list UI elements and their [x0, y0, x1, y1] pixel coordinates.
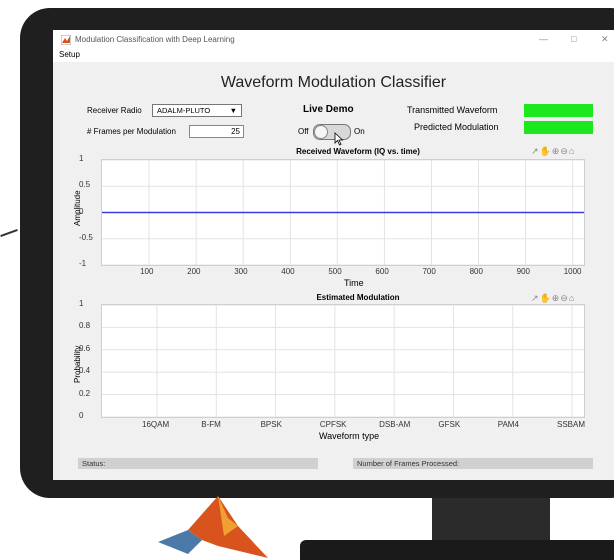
y-tick-label: 1 [79, 299, 84, 308]
x-tick-label: 100 [140, 267, 154, 276]
waveform-plot-title: Received Waveform (IQ vs. time) [296, 147, 420, 156]
y-tick-label: -0.5 [79, 232, 93, 242]
y-tick-label: -1 [79, 259, 87, 268]
minimize-button[interactable]: — [539, 34, 548, 44]
modulation-plot-canvas [102, 305, 584, 417]
x-tick-label: 300 [234, 267, 248, 276]
app-window: Modulation Classification with Deep Lear… [53, 30, 614, 480]
receiver-radio-label: Receiver Radio [87, 106, 142, 115]
y-tick-label: 0 [79, 206, 84, 216]
export-icon[interactable]: ↗ [531, 146, 540, 156]
x-tick-label: 700 [422, 267, 436, 276]
pan-icon[interactable]: ✋ [540, 146, 552, 156]
modulation-plot-toolbar[interactable]: ↗✋⊕⊖⌂ [531, 293, 575, 304]
x-tick-label: 900 [516, 267, 530, 276]
frames-per-modulation-label: # Frames per Modulation [87, 127, 176, 136]
y-tick-label: 0 [79, 411, 84, 420]
export-icon[interactable]: ↗ [531, 293, 540, 303]
menu-setup[interactable]: Setup [59, 50, 80, 59]
mouse-cursor-icon [334, 132, 344, 146]
home-icon[interactable]: ⌂ [569, 146, 575, 156]
frames-per-modulation-input[interactable]: 25 [189, 125, 244, 138]
maximize-button[interactable]: □ [571, 34, 576, 44]
toggle-knob [314, 125, 328, 139]
zoom-out-icon[interactable]: ⊖ [560, 293, 569, 303]
live-demo-label: Live Demo [303, 104, 354, 115]
y-tick-label: 0.6 [79, 343, 91, 353]
receiver-radio-dropdown[interactable]: ADALM-PLUTO ▼ [152, 104, 242, 117]
x-tick-label: PAM4 [497, 420, 519, 429]
close-button[interactable]: ✕ [601, 34, 609, 45]
x-tick-label: 400 [281, 267, 295, 276]
transmitted-waveform-indicator [524, 104, 593, 117]
y-tick-label: 0.8 [79, 321, 91, 331]
y-tick-label: 0.2 [79, 388, 91, 398]
pan-icon[interactable]: ✋ [540, 293, 552, 303]
x-tick-label: 16QAM [142, 420, 170, 429]
x-tick-label: 1000 [563, 267, 582, 276]
transmitted-waveform-label: Transmitted Waveform [407, 105, 498, 115]
frames-per-modulation-value: 25 [231, 127, 240, 136]
window-titlebar: Modulation Classification with Deep Lear… [53, 30, 614, 50]
predicted-modulation-indicator [524, 121, 593, 134]
app-title: Waveform Modulation Classifier [220, 74, 447, 91]
status-label: Status: [82, 459, 106, 468]
x-tick-label: CPFSK [319, 420, 347, 429]
x-tick-label: BPSK [260, 420, 282, 429]
x-tick-label: DSB-AM [379, 420, 411, 429]
receiver-radio-value: ADALM-PLUTO [157, 106, 211, 115]
x-tick-label: 500 [328, 267, 342, 276]
x-tick-label: 600 [375, 267, 389, 276]
window-title: Modulation Classification with Deep Lear… [75, 35, 235, 44]
toggle-off-label: Off [298, 127, 309, 136]
toggle-on-label: On [354, 127, 365, 136]
y-tick-label: 0.5 [79, 180, 91, 190]
waveform-plot-toolbar[interactable]: ↗✋⊕⊖⌂ [531, 146, 575, 157]
matlab-logo [158, 496, 268, 558]
dropdown-arrow-icon: ▼ [229, 106, 237, 115]
waveform-plot-area [101, 159, 585, 266]
menu-bar: Setup [53, 50, 614, 62]
status-bar: Status: [78, 458, 318, 469]
x-tick-label: B-FM [201, 420, 221, 429]
x-tick-label: 800 [469, 267, 483, 276]
waveform-plot-canvas [102, 160, 584, 265]
monitor-cable [0, 228, 18, 238]
modulation-plot-title: Estimated Modulation [316, 293, 400, 302]
modulation-x-axis-label: Waveform type [319, 431, 380, 441]
frames-processed-bar: Number of Frames Processed: [353, 458, 593, 469]
monitor-stand-base [300, 540, 614, 560]
y-tick-label: 0.4 [79, 366, 91, 376]
frames-processed-label: Number of Frames Processed: [357, 459, 460, 468]
predicted-modulation-label: Predicted Modulation [414, 122, 499, 132]
modulation-plot-area [101, 304, 585, 418]
live-demo-toggle[interactable] [313, 124, 351, 140]
x-tick-label: GFSK [438, 420, 461, 429]
x-tick-label: SSBAM [557, 420, 586, 429]
waveform-x-axis-label: Time [344, 278, 364, 288]
home-icon[interactable]: ⌂ [569, 293, 575, 303]
y-tick-label: 1 [79, 154, 84, 163]
matlab-app-icon [61, 35, 71, 45]
zoom-out-icon[interactable]: ⊖ [560, 146, 569, 156]
x-tick-label: 200 [187, 267, 201, 276]
